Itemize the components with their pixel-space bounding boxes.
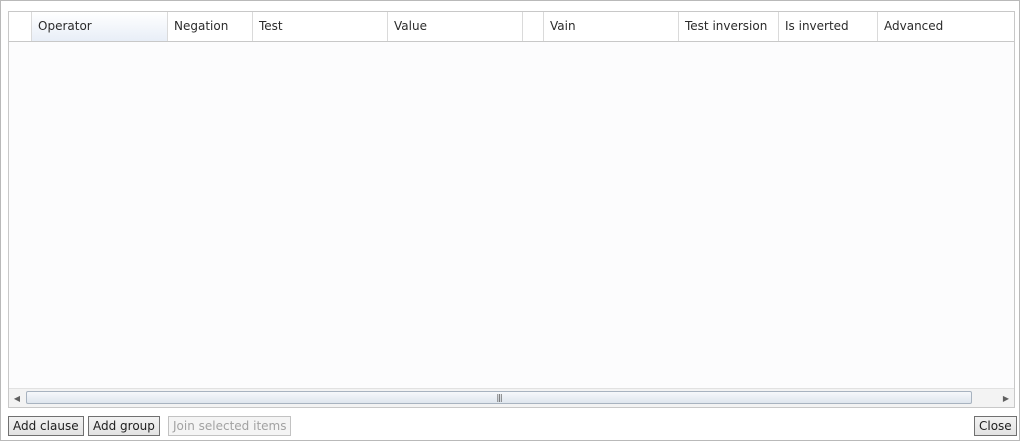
grip-icon: ||| (496, 393, 502, 402)
grid-header: Operator Negation Test Value Vain Test i… (9, 12, 1014, 42)
scroll-left-arrow-icon[interactable]: ◀ (9, 389, 25, 407)
column-header-blank[interactable] (523, 12, 544, 41)
clause-grid[interactable]: Operator Negation Test Value Vain Test i… (8, 11, 1015, 408)
grid-body[interactable] (9, 42, 1014, 388)
scroll-right-arrow-icon[interactable]: ▶ (998, 389, 1014, 407)
column-header-vain[interactable]: Vain (544, 12, 679, 41)
join-selected-items-button[interactable]: Join selected items (168, 416, 292, 436)
column-header-value[interactable]: Value (388, 12, 523, 41)
close-button[interactable]: Close (974, 416, 1017, 436)
row-header-corner (9, 12, 32, 41)
scrollbar-thumb[interactable]: ||| (26, 391, 972, 404)
query-editor-window: Operator Negation Test Value Vain Test i… (0, 0, 1020, 441)
add-group-button[interactable]: Add group (88, 416, 160, 436)
column-header-test-inversion[interactable]: Test inversion (679, 12, 779, 41)
column-header-operator[interactable]: Operator (32, 12, 168, 41)
horizontal-scrollbar[interactable]: ◀ ||| ▶ (9, 388, 1014, 407)
add-clause-button[interactable]: Add clause (8, 416, 84, 436)
column-header-test[interactable]: Test (253, 12, 388, 41)
column-header-advanced[interactable]: Advanced (878, 12, 1014, 41)
column-header-is-inverted[interactable]: Is inverted (779, 12, 878, 41)
column-header-negation[interactable]: Negation (168, 12, 253, 41)
